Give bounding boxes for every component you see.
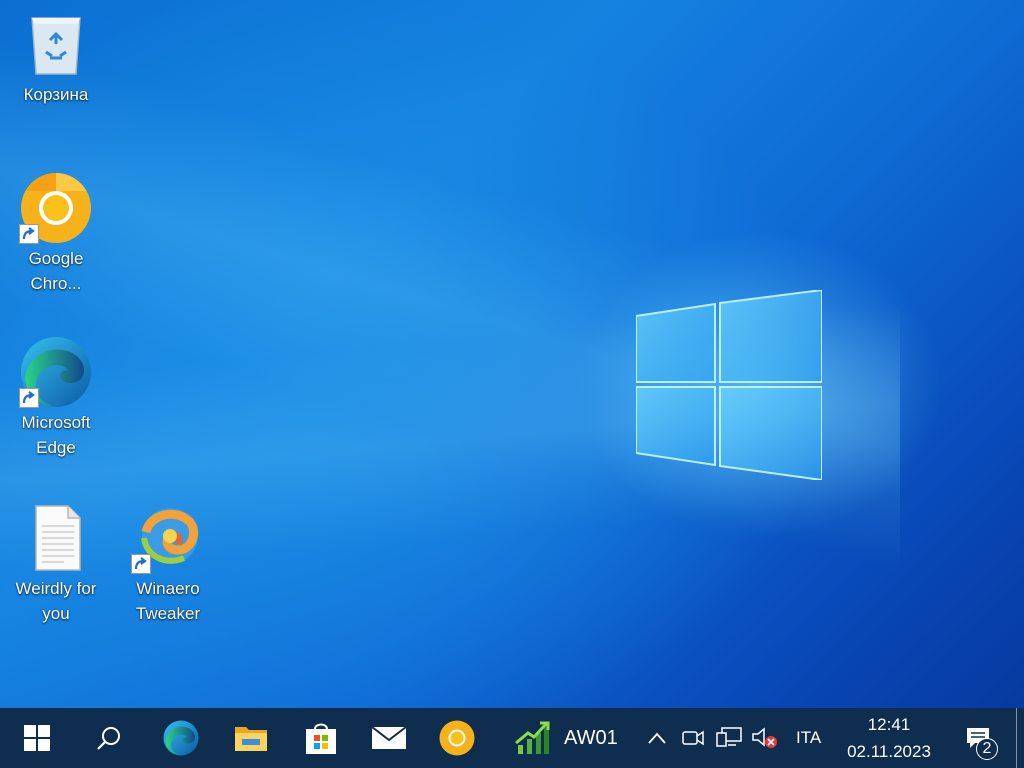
volume-button[interactable] [750, 708, 780, 768]
winaero-tweaker-icon [131, 502, 204, 574]
taskbar-store-button[interactable] [296, 708, 346, 768]
recycle-bin-icon [20, 8, 92, 80]
network-icon [716, 727, 742, 747]
shortcut-arrow-icon [131, 554, 151, 574]
network-button[interactable] [714, 708, 744, 768]
show-desktop-divider[interactable] [1016, 708, 1017, 768]
chevron-up-icon [648, 732, 666, 744]
taskbar: AW01 ITA 12:41 02.11.2023 2 [0, 708, 1024, 768]
chrome-canary-icon [439, 720, 475, 756]
shortcut-arrow-icon [19, 224, 39, 244]
desktop-background[interactable]: Корзина Google Chro... Microsoft Edge We… [0, 0, 1024, 708]
taskbar-edge-button[interactable] [156, 708, 206, 768]
input-language[interactable]: ITA [796, 728, 821, 748]
desktop-icon-label: Winaero Tweaker [135, 579, 201, 623]
search-icon [97, 727, 120, 750]
desktop-icon-google-chrome[interactable]: Google Chro... [8, 172, 104, 296]
desktop-icon-text-file[interactable]: Weirdly for you [8, 502, 104, 626]
action-center-button[interactable]: 2 [956, 708, 1000, 768]
app-label: AW01 [564, 726, 618, 749]
desktop-icon-label: Корзина [23, 85, 89, 104]
notification-count-badge: 2 [976, 738, 998, 760]
search-button[interactable] [84, 708, 134, 768]
taskbar-aw01-app[interactable]: AW01 [514, 708, 624, 768]
clock-time: 12:41 [867, 715, 911, 734]
taskbar-file-explorer-button[interactable] [226, 708, 276, 768]
file-explorer-icon [235, 727, 267, 751]
chrome-canary-icon [19, 172, 92, 244]
show-hidden-icons-button[interactable] [644, 708, 670, 768]
desktop-icon-recycle-bin[interactable]: Корзина [8, 8, 104, 107]
desktop-icon-label: Microsoft Edge [21, 413, 91, 457]
windows-logo [636, 290, 822, 480]
volume-muted-icon [752, 727, 777, 748]
desktop-icon-label: Google Chro... [28, 249, 84, 293]
desktop-icon-label: Weirdly for you [15, 579, 97, 623]
clock-date: 02.11.2023 [847, 742, 931, 761]
meet-now-button[interactable] [680, 708, 706, 768]
edge-icon [163, 720, 199, 756]
start-button[interactable] [12, 708, 62, 768]
growth-chart-icon [515, 721, 550, 754]
edge-icon [19, 336, 92, 408]
windows-start-icon [24, 725, 50, 751]
taskbar-chrome-button[interactable] [432, 708, 482, 768]
video-camera-icon [682, 730, 704, 746]
microsoft-store-icon [306, 723, 336, 754]
taskbar-mail-button[interactable] [364, 708, 414, 768]
shortcut-arrow-icon [19, 388, 39, 408]
desktop-icon-microsoft-edge[interactable]: Microsoft Edge [8, 336, 104, 460]
text-document-icon [20, 502, 92, 574]
mail-icon [371, 726, 407, 749]
desktop-icon-winaero-tweaker[interactable]: Winaero Tweaker [120, 502, 216, 626]
